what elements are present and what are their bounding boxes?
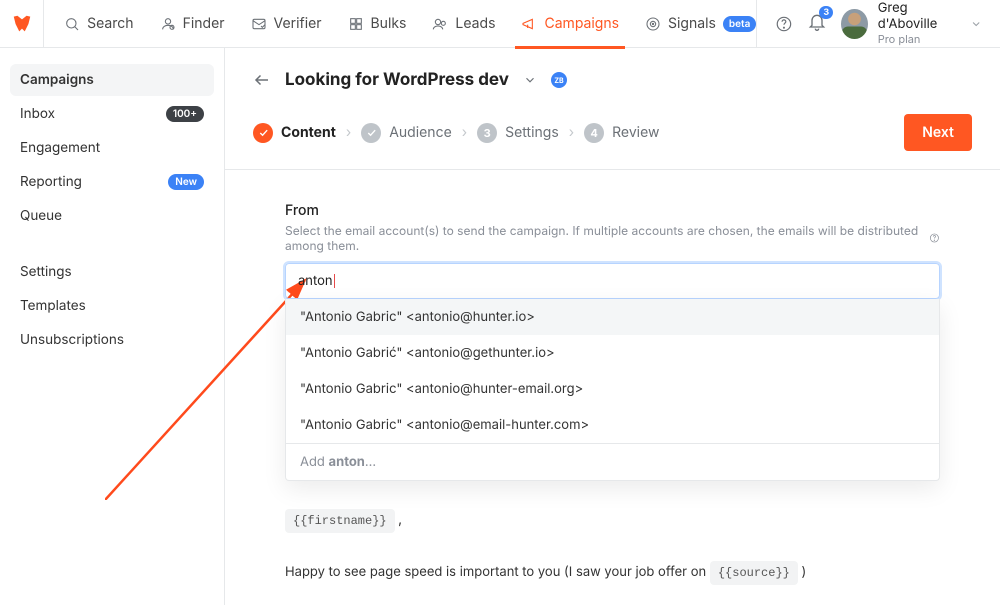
owner-badge: ZB <box>551 72 567 88</box>
sidebar-item-queue[interactable]: Queue <box>10 200 214 232</box>
campaigns-icon <box>521 16 537 32</box>
step-review[interactable]: 4 Review <box>584 123 659 143</box>
leads-icon <box>432 16 448 32</box>
step-number: 3 <box>477 123 497 143</box>
finder-icon <box>160 16 176 32</box>
nav-label: Search <box>87 15 133 32</box>
variable-chip-source[interactable]: {{source}} <box>710 561 798 585</box>
check-icon <box>253 123 273 143</box>
beta-badge: beta <box>723 16 756 32</box>
page-title: Looking for WordPress dev <box>285 70 509 90</box>
verifier-icon <box>251 16 267 32</box>
notifications-button[interactable]: 3 <box>807 12 827 36</box>
sidebar: Campaigns Inbox 100+ Engagement Reportin… <box>0 48 224 605</box>
new-badge: New <box>168 174 204 190</box>
nav-leads[interactable]: Leads <box>432 0 495 48</box>
help-tooltip-icon[interactable] <box>929 232 940 244</box>
app-logo[interactable] <box>0 0 44 48</box>
nav-label: Campaigns <box>544 15 619 32</box>
nav-label: Leads <box>455 15 495 32</box>
sidebar-item-inbox[interactable]: Inbox 100+ <box>10 98 214 130</box>
top-bar: Search Finder Verifier Bulks Leads Campa… <box>0 0 1000 48</box>
sidebar-item-label: Unsubscriptions <box>20 332 124 348</box>
search-icon <box>64 16 80 32</box>
step-label: Content <box>281 124 336 141</box>
from-option[interactable]: "Antonio Gabric" <antonio@hunter-email.o… <box>286 371 939 407</box>
sidebar-item-unsubscriptions[interactable]: Unsubscriptions <box>10 324 214 356</box>
from-typed-value: anton <box>298 273 333 289</box>
user-plan: Pro plan <box>878 33 960 46</box>
from-add-new[interactable]: Add anton... <box>286 443 939 480</box>
sidebar-item-label: Campaigns <box>20 72 94 88</box>
from-input[interactable]: anton <box>285 263 940 299</box>
nav-campaigns[interactable]: Campaigns <box>521 0 619 48</box>
wizard-steps: Content › Audience › 3 Settings › 4 R <box>253 123 659 143</box>
from-dropdown: "Antonio Gabric" <antonio@hunter.io> "An… <box>285 299 940 481</box>
sidebar-item-label: Queue <box>20 208 62 224</box>
sidebar-item-label: Engagement <box>20 140 100 156</box>
nav-signals[interactable]: Signals beta <box>645 0 756 48</box>
sidebar-item-engagement[interactable]: Engagement <box>10 132 214 164</box>
step-settings[interactable]: 3 Settings <box>477 123 559 143</box>
sidebar-item-label: Reporting <box>20 174 82 190</box>
next-button[interactable]: Next <box>904 114 972 151</box>
sidebar-item-templates[interactable]: Templates <box>10 290 214 322</box>
signals-icon <box>645 16 661 32</box>
email-body[interactable]: {{firstname}} , Happy to see page speed … <box>285 509 940 585</box>
nav-label: Bulks <box>371 15 407 32</box>
step-content[interactable]: Content <box>253 123 336 143</box>
nav-verifier[interactable]: Verifier <box>251 0 322 48</box>
from-field: anton "Antonio Gabric" <antonio@hunter.i… <box>285 263 940 299</box>
from-option[interactable]: "Antonio Gabric" <antonio@email-hunter.c… <box>286 407 939 443</box>
nav-label: Verifier <box>274 15 322 32</box>
inbox-count: 100+ <box>166 106 204 122</box>
nav-bulks[interactable]: Bulks <box>348 0 407 48</box>
wolf-icon <box>11 13 33 35</box>
step-audience[interactable]: Audience <box>361 123 452 143</box>
step-label: Review <box>612 124 659 141</box>
step-label: Settings <box>505 124 559 141</box>
chevron-down-icon <box>970 17 982 31</box>
nav-finder[interactable]: Finder <box>160 0 225 48</box>
nav-label: Signals <box>668 15 716 32</box>
back-button[interactable] <box>253 71 271 89</box>
main-panel: Looking for WordPress dev ZB Content › A… <box>224 48 1000 605</box>
sidebar-item-label: Settings <box>20 264 72 280</box>
user-menu[interactable]: Greg d'Aboville Pro plan <box>841 1 982 45</box>
from-option[interactable]: "Antonio Gabrić" <antonio@gethunter.io> <box>286 335 939 371</box>
check-icon <box>361 123 381 143</box>
title-dropdown-icon[interactable] <box>523 73 537 87</box>
avatar <box>841 9 867 39</box>
top-right: 3 Greg d'Aboville Pro plan <box>756 0 1000 48</box>
from-help: Select the email account(s) to send the … <box>285 223 940 253</box>
sidebar-item-label: Inbox <box>20 106 55 122</box>
sidebar-item-campaigns[interactable]: Campaigns <box>10 64 214 96</box>
nav-label: Finder <box>183 15 225 32</box>
notification-count: 3 <box>819 6 833 19</box>
help-icon[interactable] <box>775 14 793 34</box>
user-name: Greg d'Aboville <box>878 1 960 32</box>
step-number: 4 <box>584 123 604 143</box>
top-nav: Search Finder Verifier Bulks Leads Campa… <box>44 0 756 48</box>
sidebar-item-reporting[interactable]: Reporting New <box>10 166 214 198</box>
step-label: Audience <box>389 124 452 141</box>
sidebar-item-label: Templates <box>20 298 86 314</box>
from-label: From <box>285 202 940 219</box>
bulks-icon <box>348 16 364 32</box>
nav-search[interactable]: Search <box>64 0 133 48</box>
sidebar-item-settings[interactable]: Settings <box>10 256 214 288</box>
from-option[interactable]: "Antonio Gabric" <antonio@hunter.io> <box>286 299 939 335</box>
